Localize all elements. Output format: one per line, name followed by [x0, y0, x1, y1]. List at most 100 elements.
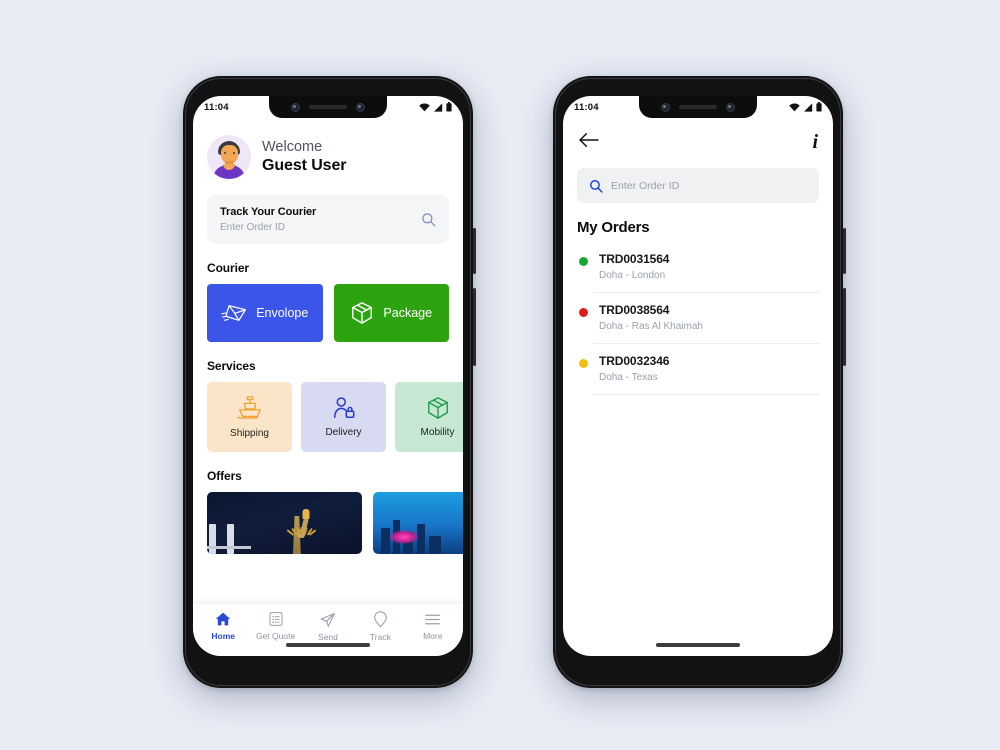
- order-route: Doha - Ras Al Khaimah: [599, 321, 703, 332]
- back-button[interactable]: [578, 132, 600, 153]
- service-card-label: Delivery: [325, 427, 362, 438]
- envelope-icon: [221, 305, 247, 321]
- status-badge: [579, 308, 588, 317]
- order-search-input[interactable]: Enter Order ID: [611, 180, 679, 192]
- signal-icon: [804, 102, 813, 112]
- username-label: Guest User: [262, 156, 347, 174]
- track-courier-card[interactable]: Track Your Courier Enter Order ID: [207, 195, 449, 244]
- service-card-shipping[interactable]: Shipping: [207, 382, 292, 452]
- status-badge: [579, 359, 588, 368]
- phone2-volume-button[interactable]: [842, 288, 846, 366]
- signal-icon: [434, 102, 443, 112]
- order-search-bar[interactable]: Enter Order ID: [577, 168, 819, 203]
- box-outline-icon: [427, 397, 448, 419]
- phone2-home-indicator: [656, 643, 740, 647]
- service-card-label: Shipping: [230, 428, 269, 439]
- order-row[interactable]: TRD0032346 Doha - Texas: [563, 344, 833, 394]
- screenshot-canvas: 11:04 Welcome Guest User Track Your Cour…: [0, 0, 1000, 750]
- phone1-status-bar: 11:04: [193, 96, 463, 118]
- courier-option-label: Envolope: [256, 306, 309, 320]
- back-arrow-icon: [579, 133, 599, 147]
- nav-item-label: Home: [211, 631, 235, 641]
- orders-top-bar: i: [563, 118, 833, 153]
- orders-page-title: My Orders: [577, 219, 650, 236]
- phone2-screen: 11:04 i Enter Order ID My Orders TRD0031…: [563, 96, 833, 656]
- phone2-power-button[interactable]: [842, 228, 846, 274]
- service-card-mobility[interactable]: Mobility: [395, 382, 463, 452]
- order-text: TRD0031564 Doha - London: [599, 252, 669, 281]
- status-clock: 11:04: [204, 101, 229, 113]
- search-icon[interactable]: [421, 212, 436, 227]
- location-pin-icon: [373, 610, 387, 627]
- phone-device-orders: 11:04 i Enter Order ID My Orders TRD0031…: [553, 76, 846, 688]
- greeting-label: Welcome: [262, 138, 323, 155]
- services-list: Shipping Delivery Mobility: [207, 382, 463, 452]
- bridge-graphic: [207, 520, 251, 554]
- paper-plane-icon: [321, 612, 336, 627]
- status-icon-group: [419, 102, 452, 112]
- service-card-delivery[interactable]: Delivery: [301, 382, 386, 452]
- avatar-eye-right: [232, 152, 235, 155]
- order-text: TRD0038564 Doha - Ras Al Khaimah: [599, 303, 703, 332]
- courier-option-package[interactable]: Package: [333, 284, 449, 342]
- orders-list: TRD0031564 Doha - London TRD0038564 Doha…: [563, 242, 833, 395]
- offers-section-title: Offers: [207, 469, 242, 483]
- track-order-id-input[interactable]: Enter Order ID: [220, 222, 316, 233]
- courier-section-title: Courier: [207, 261, 249, 275]
- neon-glow: [389, 530, 419, 544]
- search-icon: [590, 179, 603, 193]
- bottom-navigation: Home Get Quote Send Track More: [193, 604, 463, 656]
- phone1-screen: 11:04 Welcome Guest User Track Your Cour…: [193, 96, 463, 656]
- home-icon: [215, 612, 231, 626]
- phone1-content: Welcome Guest User Track Your Courier En…: [193, 135, 463, 554]
- nav-item-home[interactable]: Home: [198, 611, 248, 641]
- avatar[interactable]: [207, 135, 251, 179]
- courier-option-label: Package: [383, 306, 433, 320]
- battery-icon: [446, 102, 452, 112]
- battery-icon: [816, 102, 822, 112]
- courier-options: Envolope Package: [207, 284, 449, 342]
- phone-device-home: 11:04 Welcome Guest User Track Your Cour…: [183, 76, 476, 688]
- phone1-volume-button[interactable]: [472, 288, 476, 366]
- order-route: Doha - Texas: [599, 372, 658, 383]
- wifi-icon: [419, 102, 430, 111]
- phone1-power-button[interactable]: [472, 228, 476, 274]
- wifi-icon: [789, 102, 800, 111]
- order-id: TRD0031564: [599, 252, 670, 266]
- nav-item-label: Track: [369, 631, 391, 642]
- status-badge: [579, 257, 588, 266]
- nav-item-track[interactable]: Track: [355, 610, 405, 642]
- offer-card-statue-of-liberty[interactable]: [207, 492, 362, 554]
- courier-option-envolope[interactable]: Envolope: [207, 284, 323, 342]
- info-icon: i: [812, 131, 818, 153]
- order-row[interactable]: TRD0031564 Doha - London: [563, 242, 833, 292]
- person-lock-icon: [333, 397, 354, 419]
- statue-graphic: [286, 509, 317, 554]
- track-card-title: Track Your Courier: [220, 206, 317, 218]
- nav-item-label: Get Quote: [255, 631, 296, 641]
- track-card-text: Track Your Courier Enter Order ID: [220, 206, 316, 233]
- nav-item-label: More: [423, 630, 443, 641]
- document-list-icon: [269, 612, 283, 626]
- welcome-text: Welcome Guest User: [262, 139, 346, 176]
- nav-item-get-quote[interactable]: Get Quote: [251, 611, 301, 641]
- nav-item-label: Send: [318, 631, 338, 642]
- welcome-header: Welcome Guest User: [207, 135, 449, 179]
- service-card-label: Mobility: [420, 427, 455, 438]
- offers-list: [207, 492, 463, 554]
- order-id: TRD0038564: [599, 303, 670, 317]
- order-row[interactable]: TRD0038564 Doha - Ras Al Khaimah: [563, 293, 833, 343]
- services-section-title: Services: [207, 359, 256, 373]
- phone2-status-bar: 11:04: [563, 96, 833, 118]
- list-divider: [593, 394, 819, 395]
- hamburger-menu-icon: [425, 614, 441, 624]
- offer-card-city-skyline[interactable]: [373, 492, 463, 554]
- ship-icon: [236, 396, 261, 419]
- box-icon: [352, 302, 373, 324]
- nav-item-send[interactable]: Send: [303, 611, 353, 642]
- phone1-home-indicator: [286, 643, 370, 647]
- info-button[interactable]: i: [812, 132, 818, 153]
- order-route: Doha - London: [599, 270, 666, 281]
- nav-item-more[interactable]: More: [408, 612, 458, 641]
- order-id: TRD0032346: [599, 354, 670, 368]
